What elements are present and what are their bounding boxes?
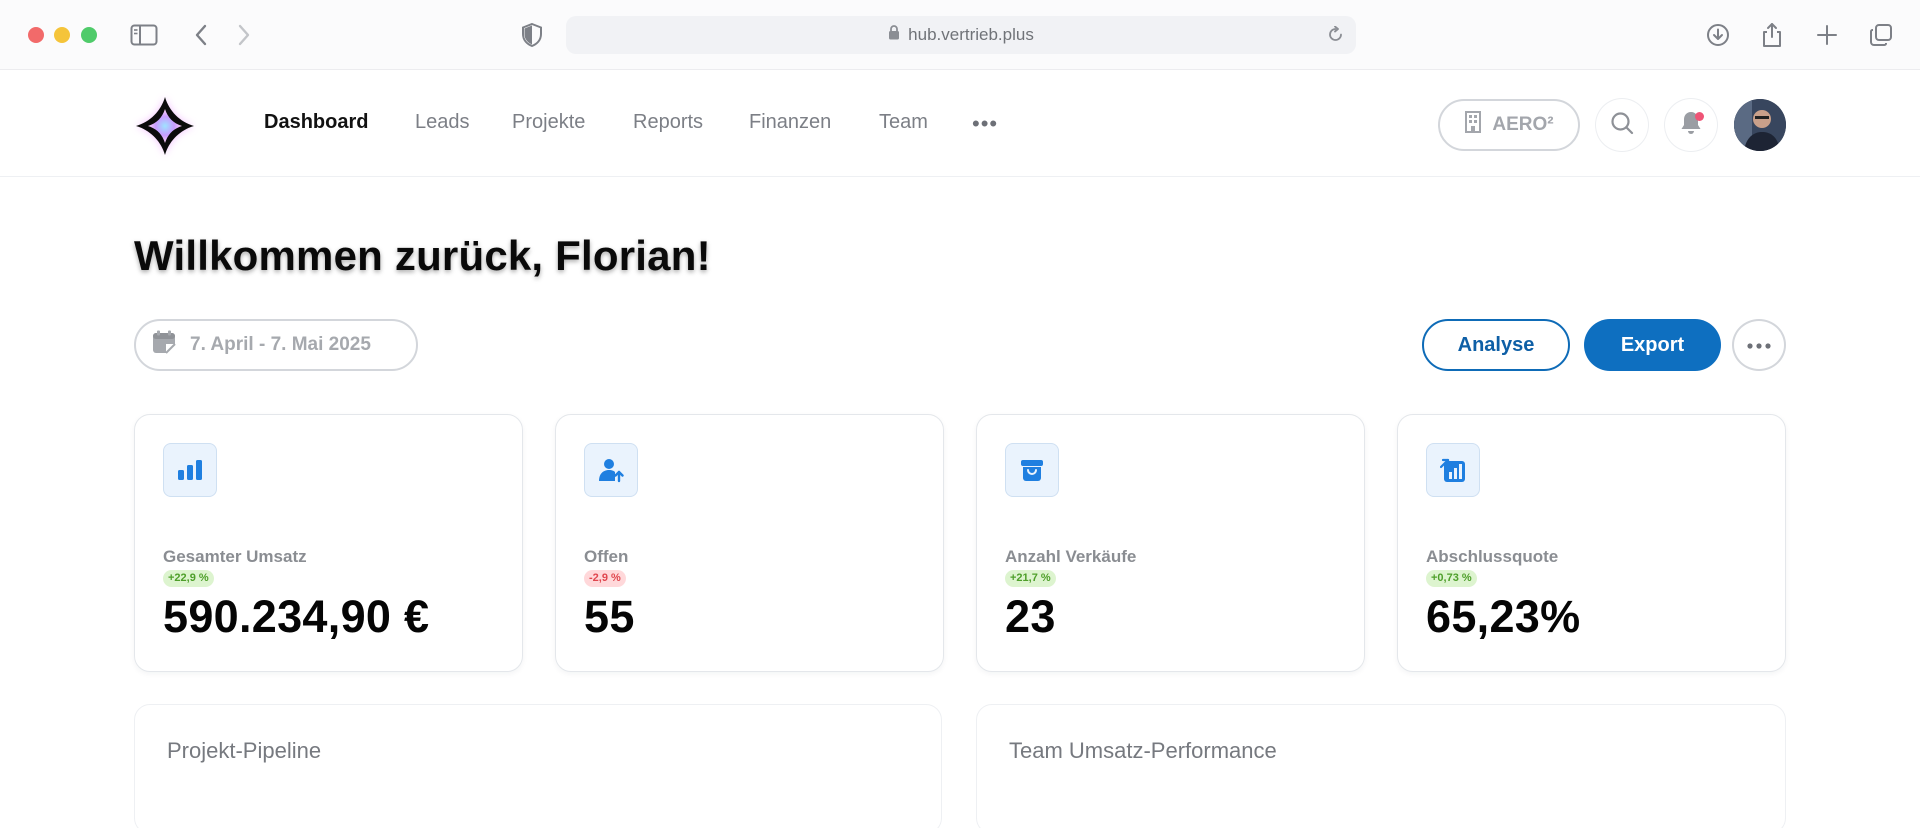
nav-projekte[interactable]: Projekte: [512, 111, 585, 134]
browser-toolbar: hub.vertrieb.plus: [0, 0, 1920, 70]
company-name: AERO²: [1492, 114, 1554, 135]
maximize-window-button[interactable]: [81, 27, 97, 43]
more-dots-icon: [1747, 336, 1771, 354]
panel-title: Team Umsatz-Performance: [1009, 738, 1277, 763]
kpi-change-badge: +22,9 %: [163, 570, 214, 587]
app-logo[interactable]: [128, 89, 202, 163]
kpi-card-verkaeufe[interactable]: Anzahl Verkäufe +21,7 % 23: [976, 414, 1365, 672]
kpi-value: 65,23%: [1426, 591, 1581, 642]
bar-chart-icon: [163, 443, 217, 497]
kpi-card-umsatz[interactable]: Gesamter Umsatz +22,9 % 590.234,90 €: [134, 414, 523, 672]
nav-finanzen[interactable]: Finanzen: [749, 111, 831, 134]
project-pipeline-panel: Projekt-Pipeline: [134, 704, 942, 828]
date-range-text: 7. April - 7. Mai 2025: [190, 334, 371, 355]
notifications-button[interactable]: [1665, 99, 1717, 151]
close-window-button[interactable]: [28, 27, 44, 43]
analyse-button[interactable]: Analyse: [1422, 319, 1570, 371]
kpi-change-badge: +21,7 %: [1005, 570, 1056, 587]
kpi-change-badge: +0,73 %: [1426, 570, 1477, 587]
user-upload-icon: [584, 443, 638, 497]
minimize-window-button[interactable]: [54, 27, 70, 43]
kpi-change-badge: -2,9 %: [584, 570, 626, 587]
kpi-card-offen[interactable]: Offen -2,9 % 55: [555, 414, 944, 672]
kpi-label: Gesamter Umsatz: [163, 547, 307, 566]
kpi-value: 23: [1005, 591, 1056, 642]
nav-leads[interactable]: Leads: [415, 111, 470, 134]
sidebar-toggle-icon[interactable]: [129, 20, 159, 50]
kpi-value: 590.234,90 €: [163, 591, 430, 642]
kpi-card-abschlussquote[interactable]: Abschlussquote +0,73 % 65,23%: [1397, 414, 1786, 672]
date-range-picker[interactable]: 7. April - 7. Mai 2025: [134, 319, 418, 371]
user-avatar[interactable]: [1734, 99, 1786, 151]
nav-team[interactable]: Team: [879, 111, 928, 134]
team-performance-panel: Team Umsatz-Performance: [976, 704, 1786, 828]
kpi-label: Offen: [584, 547, 629, 566]
forward-icon[interactable]: [229, 20, 259, 50]
nav-dashboard[interactable]: Dashboard: [264, 111, 368, 134]
page-title: Willkommen zurück, Florian!: [134, 232, 711, 279]
app-navbar: Dashboard Leads Projekte Reports Finanze…: [0, 71, 1920, 177]
shopping-bag-icon: [1005, 443, 1059, 497]
more-options-button[interactable]: [1732, 319, 1786, 371]
calendar-icon: [152, 330, 176, 360]
new-tab-icon[interactable]: [1812, 20, 1842, 50]
notification-dot: [1695, 112, 1704, 121]
privacy-shield-icon[interactable]: [517, 20, 547, 50]
company-switcher[interactable]: AERO²: [1438, 99, 1580, 151]
search-icon: [1610, 111, 1634, 140]
nav-reports[interactable]: Reports: [633, 111, 703, 134]
reload-icon[interactable]: [1327, 25, 1344, 48]
search-button[interactable]: [1596, 99, 1648, 151]
address-bar[interactable]: hub.vertrieb.plus: [566, 16, 1356, 54]
nav-more-button[interactable]: •••: [972, 111, 998, 137]
download-icon[interactable]: [1703, 20, 1733, 50]
export-button[interactable]: Export: [1584, 319, 1721, 371]
kpi-label: Abschlussquote: [1426, 547, 1559, 566]
kpi-value: 55: [584, 591, 635, 642]
url-text: hub.vertrieb.plus: [908, 25, 1034, 44]
tab-overview-icon[interactable]: [1866, 20, 1896, 50]
rate-chart-icon: [1426, 443, 1480, 497]
share-icon[interactable]: [1757, 20, 1787, 50]
building-icon: [1464, 111, 1482, 139]
panel-title: Projekt-Pipeline: [167, 738, 322, 763]
lock-icon: [888, 25, 900, 45]
back-icon[interactable]: [186, 20, 216, 50]
kpi-label: Anzahl Verkäufe: [1005, 547, 1137, 566]
